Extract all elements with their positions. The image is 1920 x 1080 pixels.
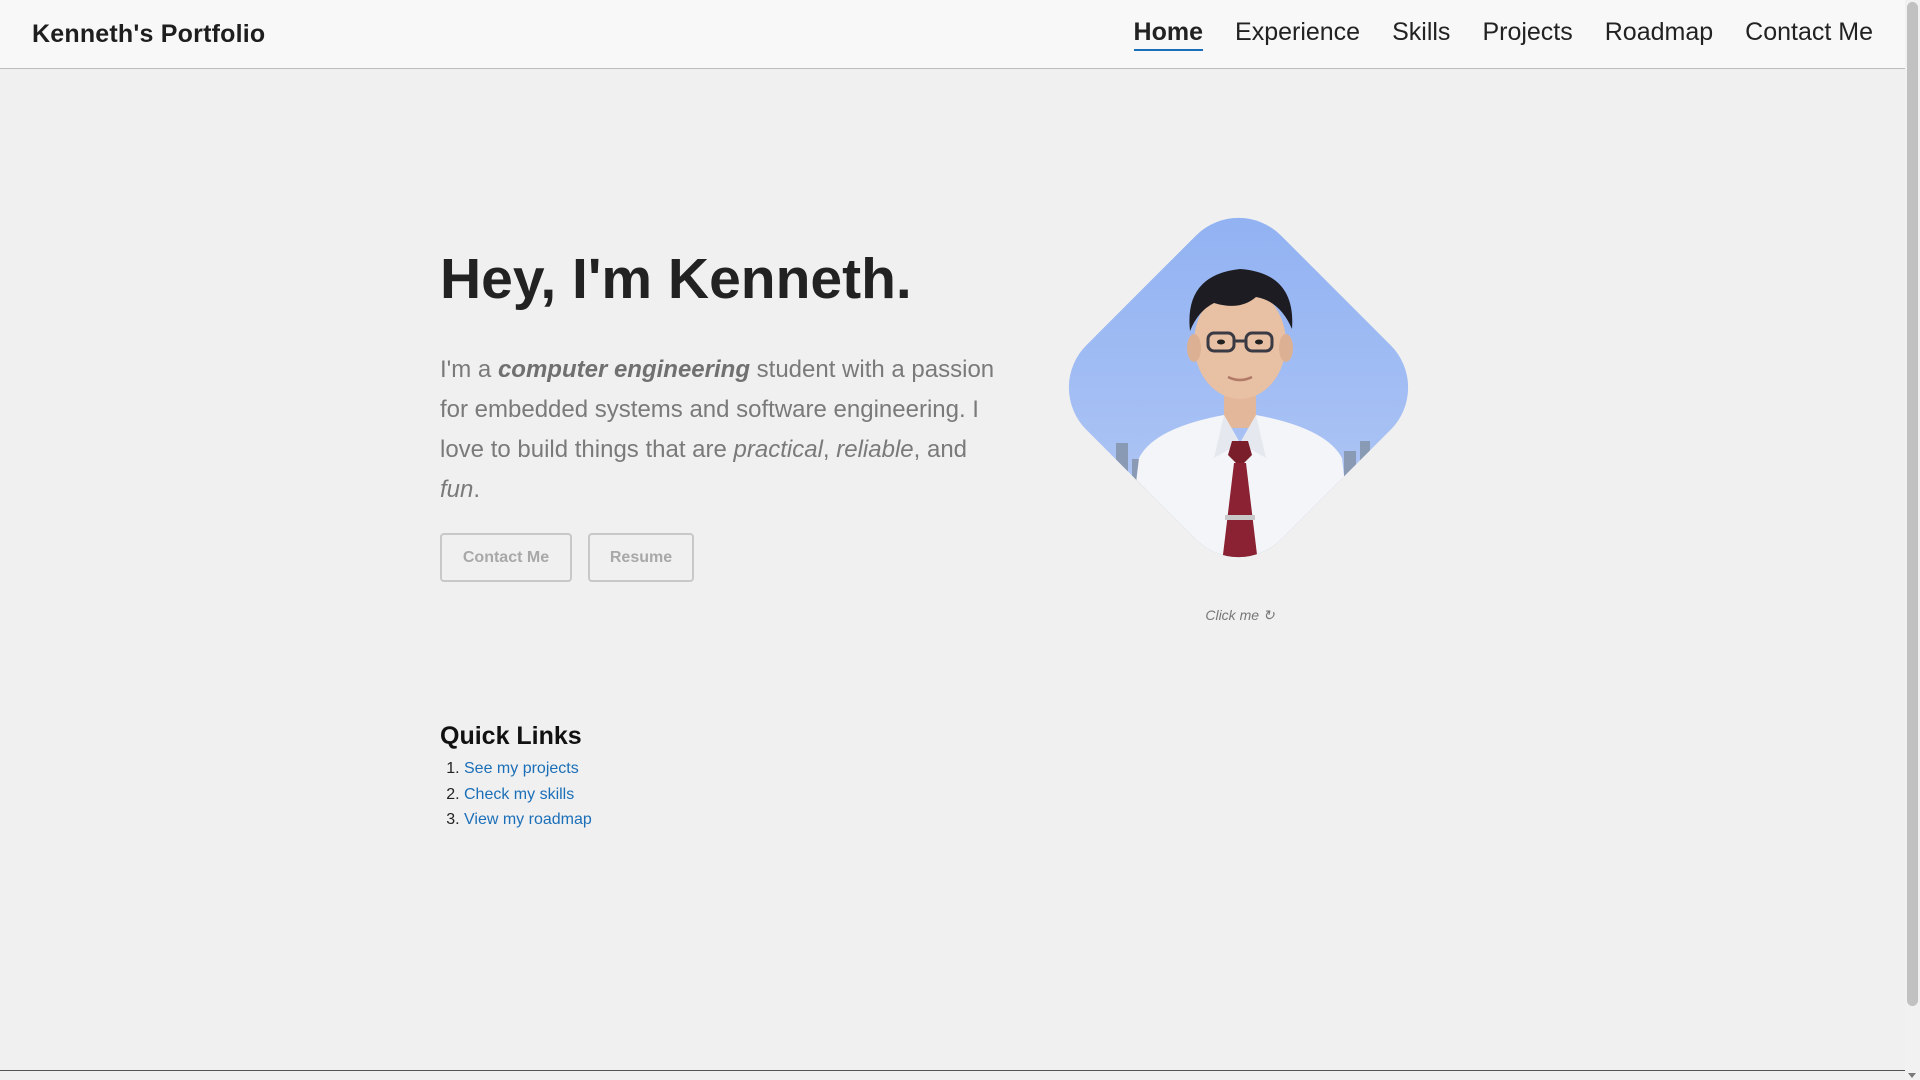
intro-emphasis-major: computer engineering	[497, 356, 750, 383]
resume-button[interactable]: Resume	[588, 533, 694, 582]
nav-links: Home Experience Skills Projects Roadmap …	[1133, 18, 1873, 51]
profile-photo-graphic	[1044, 193, 1433, 582]
site-brand[interactable]: Kenneth's Portfolio	[32, 20, 265, 49]
list-item: See my projects	[464, 756, 592, 782]
hero-title: Hey, I'm Kenneth.	[440, 247, 912, 311]
nav-link-roadmap[interactable]: Roadmap	[1605, 18, 1713, 51]
intro-text-5: .	[473, 476, 481, 503]
intro-emphasis-reliable: reliable	[836, 436, 914, 463]
scrollbar-thumb[interactable]	[1907, 2, 1918, 1006]
nav-link-skills[interactable]: Skills	[1392, 18, 1450, 51]
list-item: View my roadmap	[464, 807, 592, 833]
intro-emphasis-practical: practical	[733, 436, 823, 463]
nav-link-projects[interactable]: Projects	[1482, 18, 1572, 51]
list-item: Check my skills	[464, 782, 592, 808]
intro-emphasis-fun: fun	[440, 476, 474, 503]
quick-link-roadmap[interactable]: View my roadmap	[464, 811, 592, 828]
quick-link-projects[interactable]: See my projects	[464, 760, 579, 777]
intro-text-3: ,	[822, 436, 837, 463]
nav-link-experience[interactable]: Experience	[1235, 18, 1360, 51]
vertical-scrollbar[interactable]	[1905, 0, 1920, 1080]
hero-intro: I'm a computer engineering student with …	[440, 350, 1000, 510]
quick-links-title: Quick Links	[440, 722, 582, 750]
nav-link-contact-me[interactable]: Contact Me	[1745, 18, 1873, 51]
nav-link-home[interactable]: Home	[1133, 18, 1204, 51]
quick-links-list: See my projects Check my skills View my …	[440, 756, 592, 833]
quick-link-skills[interactable]: Check my skills	[464, 786, 574, 803]
footer-divider	[0, 1070, 1905, 1071]
profile-photo[interactable]	[1044, 193, 1433, 582]
intro-text-1: I'm a	[440, 356, 498, 383]
top-navbar: Kenneth's Portfolio Home Experience Skil…	[0, 0, 1905, 69]
contact-me-button[interactable]: Contact Me	[440, 533, 572, 582]
intro-text-4: , and	[913, 436, 968, 463]
photo-click-hint: Click me ↻	[1205, 607, 1275, 623]
scroll-down-arrow-icon[interactable]	[1908, 1073, 1916, 1078]
